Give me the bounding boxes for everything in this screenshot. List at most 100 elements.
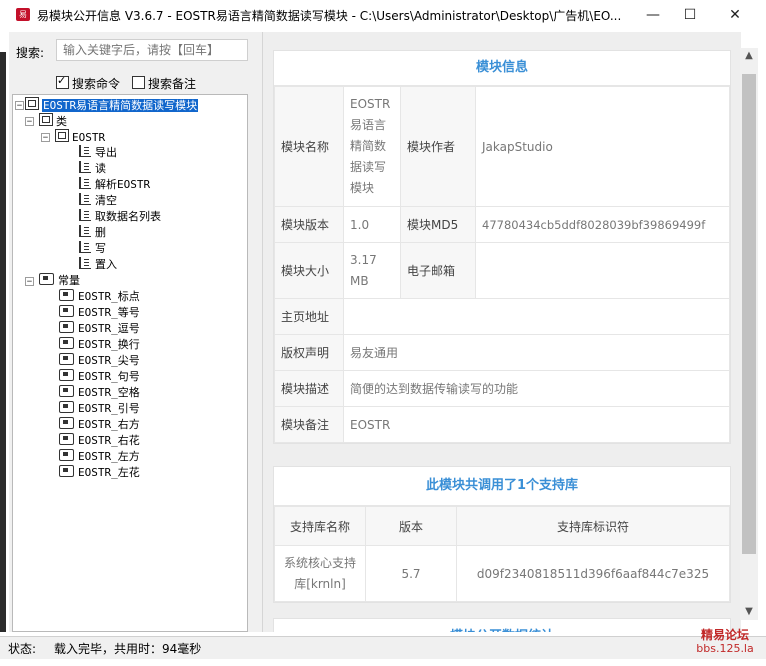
- tree-constant-label: EOSTR_右方: [78, 418, 140, 431]
- tree-constant[interactable]: EOSTR_尖号: [59, 353, 140, 369]
- tree-constant[interactable]: EOSTR_标点: [59, 289, 140, 305]
- search-commands-checkbox[interactable]: 搜索命令: [56, 74, 121, 92]
- tree-root-label: EOSTR易语言精简数据读写模块: [42, 99, 199, 112]
- close-button[interactable]: ✕: [712, 0, 758, 30]
- search-commands-label: 搜索命令: [72, 77, 121, 91]
- tree-method[interactable]: 解析EOSTR: [79, 177, 150, 193]
- statistics-card: 模块公开数据统计: [273, 618, 731, 632]
- constant-icon: [59, 433, 74, 445]
- constant-icon: [59, 369, 74, 381]
- module-tree[interactable]: − EOSTR易语言精简数据读写模块 − 类 − EOSTR 导出 读 解析EO…: [12, 94, 248, 632]
- checkbox-checked-icon: [56, 74, 69, 89]
- description-value: 简便的达到数据传输读写的功能: [343, 370, 730, 407]
- description-label: 模块描述: [274, 370, 344, 407]
- method-icon: [79, 177, 91, 189]
- method-icon: [79, 209, 91, 221]
- watermark-url: bbs.125.la: [696, 642, 754, 655]
- statistics-title: 模块公开数据统计: [274, 619, 730, 632]
- tree-method[interactable]: 清空: [79, 193, 117, 209]
- vertical-scrollbar[interactable]: ▲ ▼: [740, 48, 758, 620]
- constant-icon: [59, 465, 74, 477]
- module-md5-label: 模块MD5: [400, 206, 476, 243]
- scroll-down-icon[interactable]: ▼: [740, 604, 758, 620]
- tree-method[interactable]: 导出: [79, 145, 117, 161]
- collapse-icon[interactable]: −: [25, 277, 34, 287]
- search-notes-checkbox[interactable]: 搜索备注: [132, 75, 196, 92]
- method-icon: [79, 145, 91, 157]
- support-library-table: 支持库名称 版本 支持库标识符 系统核心支持库[krnln] 5.7 d09f2…: [274, 506, 730, 602]
- tree-constant-label: EOSTR_标点: [78, 290, 140, 303]
- col-header-version: 版本: [365, 506, 457, 546]
- module-version-label: 模块版本: [274, 206, 344, 243]
- copyright-value: 易友通用: [343, 334, 730, 371]
- tree-constant-label: EOSTR_等号: [78, 306, 140, 319]
- tree-constant[interactable]: EOSTR_句号: [59, 369, 140, 385]
- module-md5-value: 47780434cb5ddf8028039bf39869499f: [475, 206, 730, 243]
- method-icon: [79, 257, 91, 269]
- collapse-icon[interactable]: −: [15, 101, 24, 111]
- tree-root[interactable]: − EOSTR易语言精简数据读写模块: [15, 97, 199, 113]
- scrollbar-thumb[interactable]: [742, 74, 756, 554]
- tree-method[interactable]: 删: [79, 225, 106, 241]
- tree-constant[interactable]: EOSTR_换行: [59, 337, 140, 353]
- constant-icon: [59, 417, 74, 429]
- collapse-icon[interactable]: −: [41, 133, 50, 143]
- tree-node-constants[interactable]: − 常量: [25, 273, 80, 289]
- module-author-value: JakapStudio: [475, 86, 730, 207]
- tree-constant[interactable]: EOSTR_引号: [59, 401, 140, 417]
- scroll-up-icon[interactable]: ▲: [740, 48, 758, 64]
- tree-method[interactable]: 写: [79, 241, 106, 257]
- module-info-title: 模块信息: [274, 51, 730, 86]
- search-input[interactable]: [56, 39, 248, 61]
- tree-method-label: 删: [95, 226, 106, 239]
- tree-constant[interactable]: EOSTR_左花: [59, 465, 140, 481]
- tree-node-label: 常量: [58, 274, 80, 287]
- constant-folder-icon: [39, 273, 54, 285]
- tree-constant-label: EOSTR_换行: [78, 338, 140, 351]
- note-label: 模块备注: [274, 406, 344, 443]
- tree-method-label: 清空: [95, 194, 117, 207]
- constant-icon: [59, 289, 74, 301]
- tree-constant[interactable]: EOSTR_逗号: [59, 321, 140, 337]
- tree-constant[interactable]: EOSTR_左方: [59, 449, 140, 465]
- tree-constant[interactable]: EOSTR_右花: [59, 433, 140, 449]
- tree-constant-label: EOSTR_尖号: [78, 354, 140, 367]
- module-size-label: 模块大小: [274, 242, 344, 299]
- tree-constant-label: EOSTR_句号: [78, 370, 140, 383]
- left-panel: 搜索: 搜索命令 搜索备注 − EOSTR易语言精简数据读写模块 − 类 − E…: [9, 32, 259, 632]
- module-size-value: 3.17 MB: [343, 242, 401, 299]
- class-icon: [55, 129, 69, 142]
- module-name-label: 模块名称: [274, 86, 344, 207]
- email-value: [475, 242, 730, 299]
- tree-method-label: 读: [95, 162, 106, 175]
- constant-icon: [59, 321, 74, 333]
- module-author-label: 模块作者: [400, 86, 476, 207]
- tree-node-classes[interactable]: − 类: [25, 113, 67, 129]
- tree-method[interactable]: 取数据名列表: [79, 209, 161, 225]
- tree-constant-label: EOSTR_左方: [78, 450, 140, 463]
- support-library-card: 此模块共调用了1个支持库 支持库名称 版本 支持库标识符 系统核心支持库[krn…: [273, 466, 731, 603]
- collapse-icon[interactable]: −: [25, 117, 34, 127]
- tree-node-label: EOSTR: [72, 131, 106, 144]
- col-header-library-name: 支持库名称: [274, 506, 366, 546]
- search-label: 搜索:: [16, 46, 45, 60]
- tree-constant[interactable]: EOSTR_空格: [59, 385, 140, 401]
- constant-icon: [59, 449, 74, 461]
- method-icon: [79, 193, 91, 205]
- constant-icon: [59, 337, 74, 349]
- tree-constant-label: EOSTR_左花: [78, 466, 140, 479]
- tree-constant[interactable]: EOSTR_右方: [59, 417, 140, 433]
- module-info-table: 模块名称 EOSTR易语言精简数据读写模块 模块作者 JakapStudio 模…: [274, 86, 730, 443]
- constant-icon: [59, 401, 74, 413]
- tree-method[interactable]: 置入: [79, 257, 117, 273]
- tree-constant[interactable]: EOSTR_等号: [59, 305, 140, 321]
- app-icon: 易: [16, 8, 30, 21]
- col-header-library-id: 支持库标识符: [456, 506, 730, 546]
- maximize-button[interactable]: ☐: [667, 0, 713, 30]
- table-row: 系统核心支持库[krnln] 5.7 d09f2340818511d396f6a…: [274, 545, 730, 602]
- tree-method[interactable]: 读: [79, 161, 106, 177]
- tree-method-label: 写: [95, 242, 106, 255]
- tree-node-class-eostr[interactable]: − EOSTR: [41, 129, 105, 145]
- homepage-value: [343, 298, 730, 335]
- tree-method-label: 取数据名列表: [95, 210, 161, 223]
